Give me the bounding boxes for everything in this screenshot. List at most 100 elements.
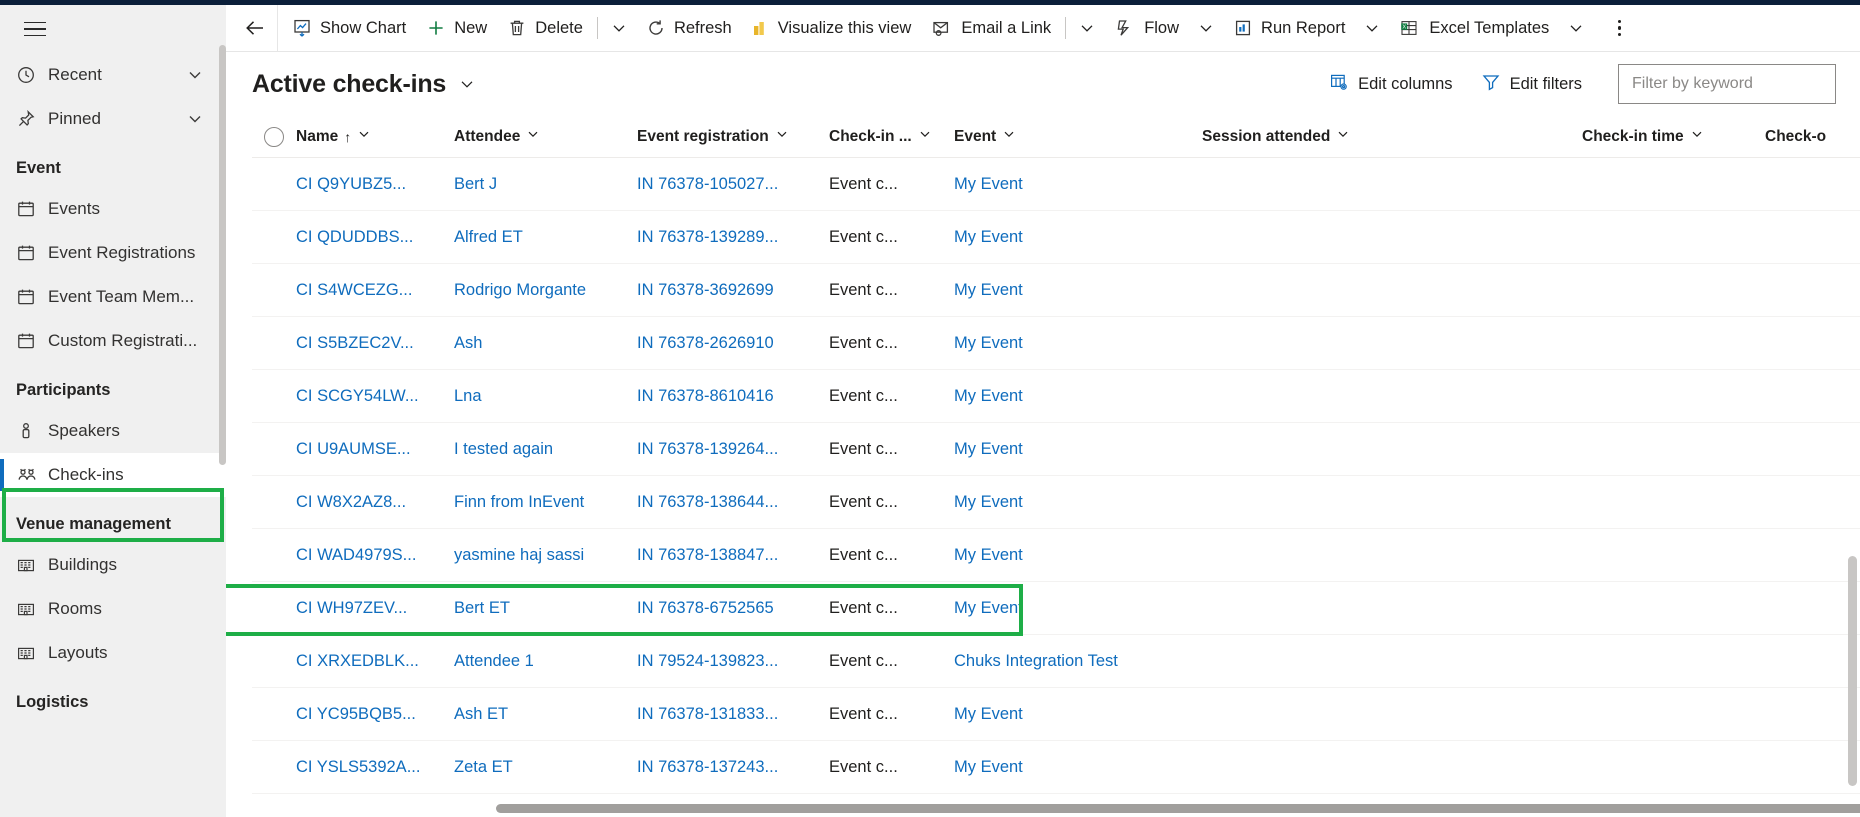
cell-event-registration[interactable]: IN 79524-139823...: [637, 652, 829, 671]
refresh-button[interactable]: Refresh: [636, 5, 742, 51]
hamburger-icon[interactable]: [8, 5, 62, 53]
cell-event[interactable]: My Event: [954, 546, 1202, 565]
cell-event[interactable]: My Event: [954, 705, 1202, 724]
cell-name[interactable]: CI S4WCEZG...: [296, 281, 454, 300]
run-report-chevron-down-icon[interactable]: [1355, 5, 1389, 51]
table-row[interactable]: CI S5BZEC2V... Ash IN 76378-2626910 Even…: [252, 317, 1860, 370]
cell-name[interactable]: CI SCGY54LW...: [296, 387, 454, 406]
table-row[interactable]: CI XRXEDBLK... Attendee 1 IN 79524-13982…: [252, 635, 1860, 688]
sidebar-item-rooms[interactable]: Rooms: [0, 587, 226, 631]
cell-event-registration[interactable]: IN 76378-8610416: [637, 387, 829, 406]
chevron-down-icon[interactable]: [526, 127, 540, 146]
column-header-attendee[interactable]: Attendee: [454, 127, 637, 146]
table-row[interactable]: CI SCGY54LW... Lna IN 76378-8610416 Even…: [252, 370, 1860, 423]
cell-event[interactable]: My Event: [954, 175, 1202, 194]
cell-attendee[interactable]: Rodrigo Morgante: [454, 281, 637, 300]
email-a-link-button[interactable]: Email a Link: [921, 5, 1061, 51]
grid-vertical-scrollbar[interactable]: [1848, 556, 1857, 786]
select-all-cell[interactable]: [252, 126, 296, 147]
column-header-check-out[interactable]: Check-o: [1765, 128, 1860, 146]
chevron-down-icon[interactable]: [775, 127, 789, 146]
table-row[interactable]: CI S4WCEZG... Rodrigo Morgante IN 76378-…: [252, 264, 1860, 317]
sidebar-item-events[interactable]: Events: [0, 187, 226, 231]
cell-event[interactable]: My Event: [954, 387, 1202, 406]
flow-button[interactable]: Flow: [1104, 5, 1189, 51]
table-row[interactable]: CI YSLS5392A... Zeta ET IN 76378-137243.…: [252, 741, 1860, 794]
column-header-event[interactable]: Event: [954, 127, 1202, 146]
cell-attendee[interactable]: I tested again: [454, 440, 637, 459]
chevron-down-icon[interactable]: [357, 127, 371, 146]
chevron-down-icon[interactable]: [1690, 127, 1704, 146]
chevron-down-icon[interactable]: [1002, 127, 1016, 146]
chevron-down-icon[interactable]: [918, 127, 932, 146]
cell-attendee[interactable]: Zeta ET: [454, 758, 637, 777]
cell-name[interactable]: CI W8X2AZ8...: [296, 493, 454, 512]
sidebar-item-speakers[interactable]: Speakers: [0, 409, 226, 453]
sidebar-item-layouts[interactable]: Layouts: [0, 631, 226, 675]
sidebar-item-custom-registrations[interactable]: Custom Registrati...: [0, 319, 226, 363]
edit-filters-button[interactable]: Edit filters: [1469, 64, 1594, 105]
cell-event-registration[interactable]: IN 76378-138847...: [637, 546, 829, 565]
grid-horizontal-scrollbar[interactable]: [496, 804, 1860, 813]
cell-event-registration[interactable]: IN 76378-105027...: [637, 175, 829, 194]
chevron-down-icon[interactable]: [1336, 127, 1350, 146]
cell-event[interactable]: Chuks Integration Test: [954, 652, 1202, 671]
delete-chevron-down-icon[interactable]: [602, 5, 636, 51]
column-header-check-in-type[interactable]: Check-in ...: [829, 127, 954, 146]
cell-event-registration[interactable]: IN 76378-3692699: [637, 281, 829, 300]
run-report-button[interactable]: Run Report: [1223, 5, 1355, 51]
back-arrow-icon[interactable]: [232, 5, 278, 51]
cell-attendee[interactable]: Alfred ET: [454, 228, 637, 247]
cell-event-registration[interactable]: IN 76378-6752565: [637, 599, 829, 618]
edit-columns-button[interactable]: Edit columns: [1317, 64, 1464, 105]
cell-name[interactable]: CI YC95BQB5...: [296, 705, 454, 724]
table-row[interactable]: CI W8X2AZ8... Finn from InEvent IN 76378…: [252, 476, 1860, 529]
cell-attendee[interactable]: yasmine haj sassi: [454, 546, 637, 565]
cell-event-registration[interactable]: IN 76378-139289...: [637, 228, 829, 247]
cell-event[interactable]: My Event: [954, 599, 1202, 618]
excel-templates-chevron-down-icon[interactable]: [1559, 5, 1593, 51]
table-row[interactable]: CI U9AUMSE... I tested again IN 76378-13…: [252, 423, 1860, 476]
radio-circle-icon[interactable]: [264, 126, 284, 147]
sidebar-item-event-team-members[interactable]: Event Team Mem...: [0, 275, 226, 319]
sidebar-item-buildings[interactable]: Buildings: [0, 543, 226, 587]
sidebar-item-pinned[interactable]: Pinned: [0, 97, 226, 141]
cell-event[interactable]: My Event: [954, 440, 1202, 459]
cell-attendee[interactable]: Bert ET: [454, 599, 637, 618]
cell-event[interactable]: My Event: [954, 281, 1202, 300]
cell-name[interactable]: CI Q9YUBZ5...: [296, 175, 454, 194]
cell-event-registration[interactable]: IN 76378-138644...: [637, 493, 829, 512]
cell-name[interactable]: CI WH97ZEV...: [296, 599, 454, 618]
search-input[interactable]: [1630, 74, 1824, 94]
column-header-check-in-time[interactable]: Check-in time: [1582, 127, 1765, 146]
column-header-event-registration[interactable]: Event registration: [637, 127, 829, 146]
sidebar-item-recent[interactable]: Recent: [0, 53, 226, 97]
more-vertical-icon[interactable]: [1599, 5, 1639, 51]
table-row[interactable]: CI QDUDDBS... Alfred ET IN 76378-139289.…: [252, 211, 1860, 264]
cell-event[interactable]: My Event: [954, 758, 1202, 777]
cell-event[interactable]: My Event: [954, 228, 1202, 247]
sidebar-item-check-ins[interactable]: Check-ins: [0, 453, 226, 497]
cell-attendee[interactable]: Ash: [454, 334, 637, 353]
visualize-this-view-button[interactable]: Visualize this view: [742, 5, 922, 51]
column-header-name[interactable]: Name ↑: [296, 127, 454, 146]
table-row[interactable]: CI WAD4979S... yasmine haj sassi IN 7637…: [252, 529, 1860, 582]
sidebar-scrollbar[interactable]: [219, 45, 226, 465]
cell-attendee[interactable]: Bert J: [454, 175, 637, 194]
cell-event-registration[interactable]: IN 76378-137243...: [637, 758, 829, 777]
cell-event[interactable]: My Event: [954, 334, 1202, 353]
flow-chevron-down-icon[interactable]: [1189, 5, 1223, 51]
sidebar-item-event-registrations[interactable]: Event Registrations: [0, 231, 226, 275]
new-button[interactable]: New: [416, 5, 497, 51]
cell-attendee[interactable]: Attendee 1: [454, 652, 637, 671]
cell-name[interactable]: CI S5BZEC2V...: [296, 334, 454, 353]
filter-by-keyword-box[interactable]: [1618, 64, 1836, 104]
show-chart-button[interactable]: Show Chart: [282, 5, 416, 51]
cell-name[interactable]: CI YSLS5392A...: [296, 758, 454, 777]
cell-attendee[interactable]: Finn from InEvent: [454, 493, 637, 512]
table-row[interactable]: CI WH97ZEV... Bert ET IN 76378-6752565 E…: [252, 582, 1860, 635]
table-row-highlighted[interactable]: CI YC95BQB5... Ash ET IN 76378-131833...…: [252, 688, 1860, 741]
column-header-session-attended[interactable]: Session attended: [1202, 127, 1582, 146]
delete-button[interactable]: Delete: [497, 5, 593, 51]
cell-name[interactable]: CI U9AUMSE...: [296, 440, 454, 459]
